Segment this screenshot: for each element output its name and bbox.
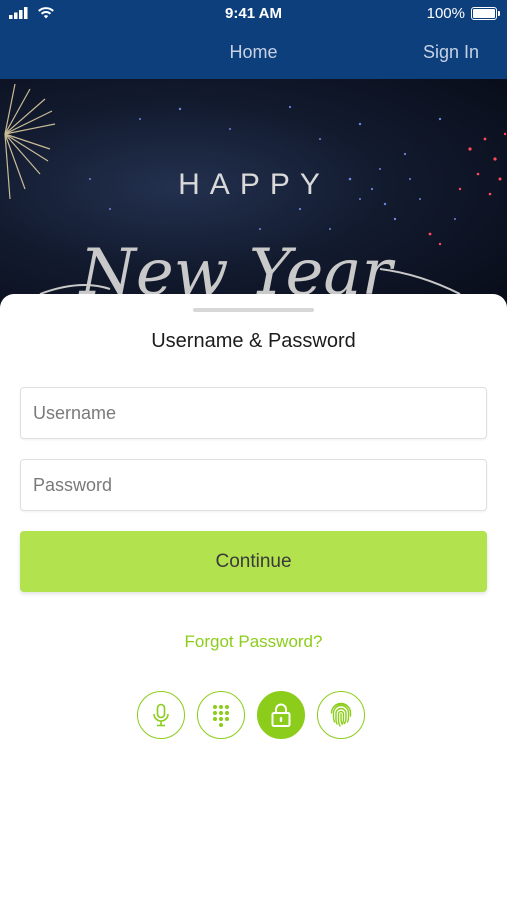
continue-button[interactable]: Continue — [20, 531, 487, 592]
sheet-grabber[interactable] — [193, 308, 314, 312]
forgot-password-link[interactable]: Forgot Password? — [0, 632, 507, 652]
password-input[interactable] — [20, 459, 487, 511]
new-year-banner: HAPPY New Year — [0, 79, 507, 319]
battery-percent: 100% — [426, 5, 465, 22]
lock-icon — [271, 703, 291, 727]
fingerprint-auth-button[interactable] — [317, 691, 365, 739]
username-input[interactable] — [20, 387, 487, 439]
auth-method-row — [137, 691, 365, 739]
banner-happy-text: HAPPY — [178, 168, 330, 201]
battery-icon — [471, 7, 500, 20]
keypad-icon — [213, 705, 229, 727]
fingerprint-icon — [330, 702, 352, 727]
sign-in-link[interactable]: Sign In — [423, 42, 479, 63]
voice-auth-button[interactable] — [137, 691, 185, 739]
app-header: 9:41 AM 100% Home Sign In — [0, 0, 507, 79]
password-auth-button[interactable] — [257, 691, 305, 739]
pin-auth-button[interactable] — [197, 691, 245, 739]
fireworks-image: HAPPY New Year — [4, 83, 507, 310]
microphone-icon — [153, 703, 169, 727]
login-sheet: Username & Password Continue Forgot Pass… — [0, 294, 507, 900]
login-title: Username & Password — [151, 330, 356, 352]
status-bar: 9:41 AM 100% — [0, 0, 507, 28]
status-right: 100% — [426, 5, 500, 22]
